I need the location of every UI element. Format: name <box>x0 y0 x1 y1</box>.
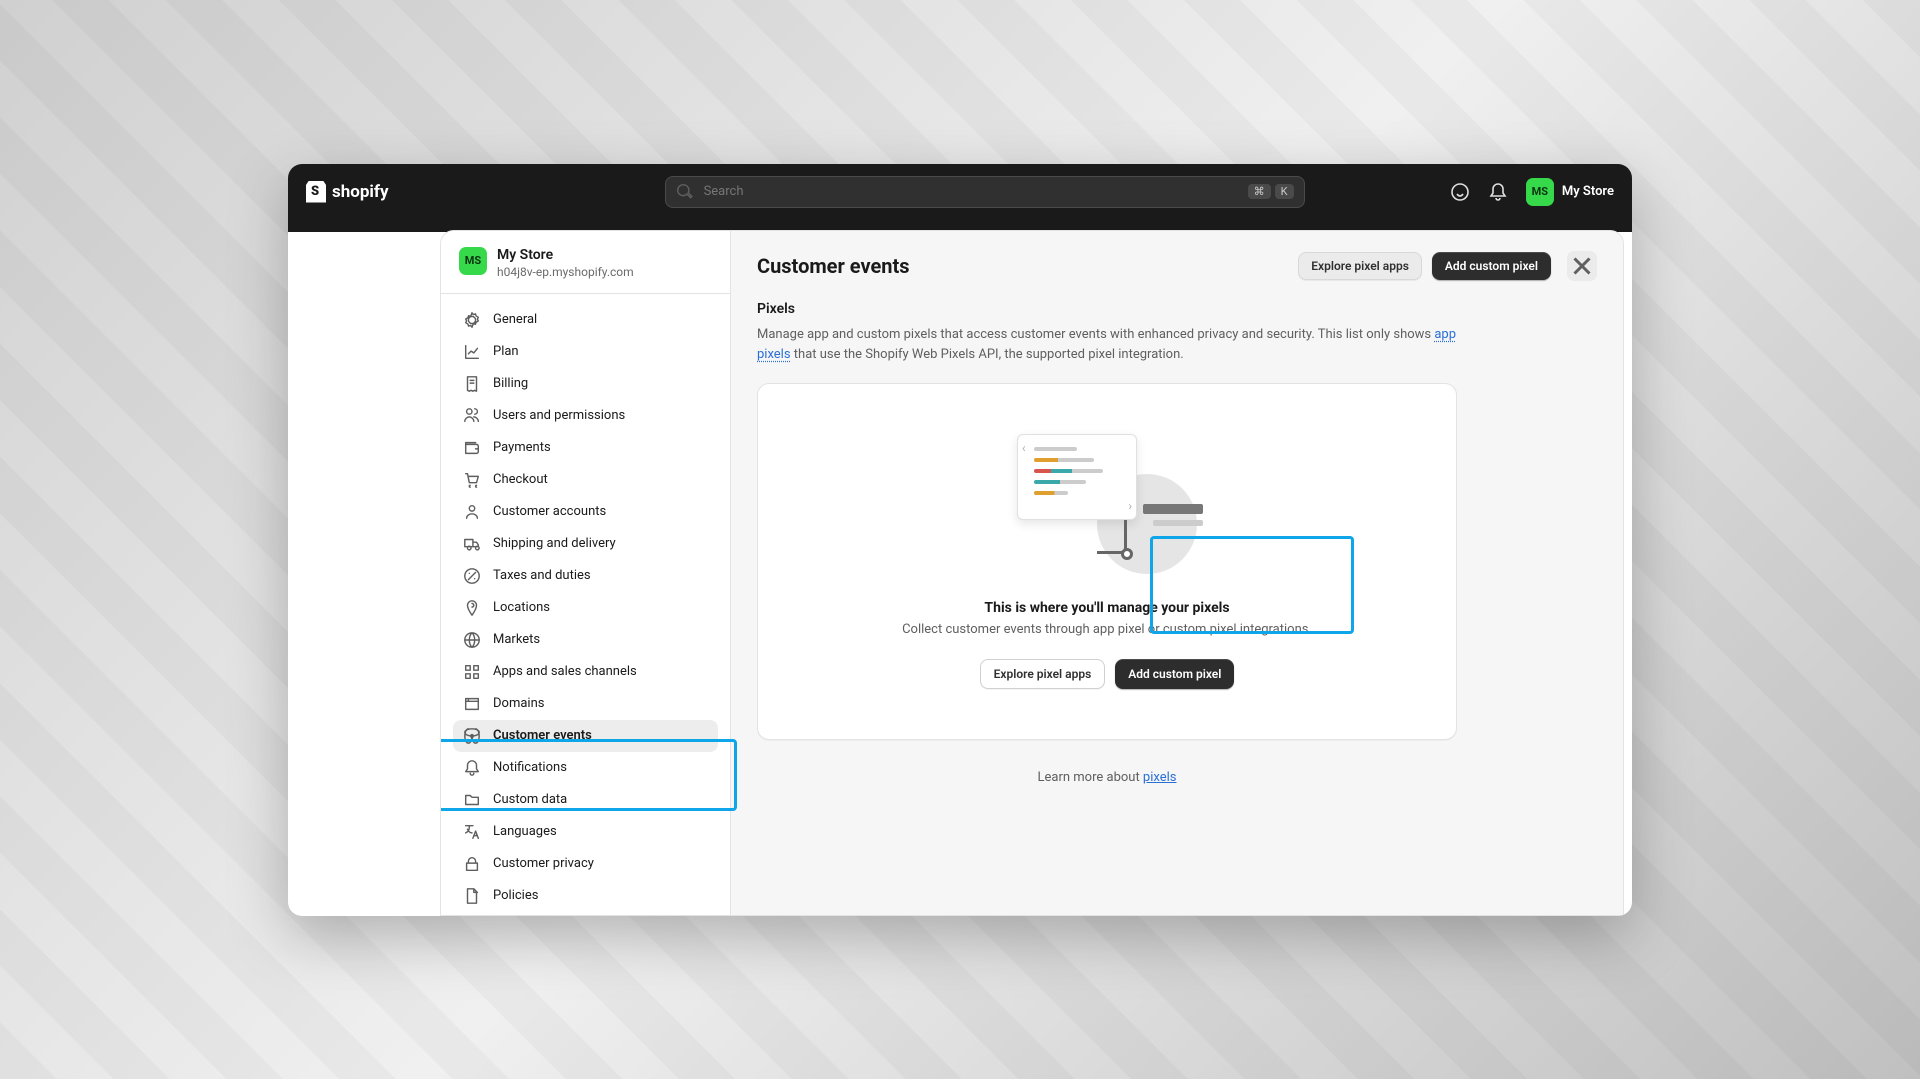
sidebar-item-label: Checkout <box>493 472 548 487</box>
explore-pixel-apps-button[interactable]: Explore pixel apps <box>1298 252 1422 280</box>
section-title: Pixels <box>757 301 1597 317</box>
empty-actions: Explore pixel apps Add custom pixel <box>980 659 1235 689</box>
sidebar-item-markets[interactable]: Markets <box>453 624 718 656</box>
sidebar-item-label: General <box>493 312 537 327</box>
page-header: Customer events Explore pixel apps Add c… <box>757 251 1597 281</box>
sidebar-item-policies[interactable]: Policies <box>453 880 718 912</box>
search-bar[interactable]: ⌘ K <box>665 176 1305 208</box>
shopify-bag-icon <box>306 181 326 203</box>
sidebar-item-label: Languages <box>493 824 557 839</box>
sidebar-item-label: Customer accounts <box>493 504 606 519</box>
sidebar-item-label: Shipping and delivery <box>493 536 616 551</box>
sidebar-item-label: Customer events <box>493 728 592 743</box>
users-icon <box>463 407 481 425</box>
notifications-icon[interactable] <box>1488 182 1508 202</box>
sidebar-item-label: Users and permissions <box>493 408 625 423</box>
bell-icon <box>463 759 481 777</box>
sidebar-item-label: Markets <box>493 632 540 647</box>
sidebar-item-label: Customer privacy <box>493 856 594 871</box>
globe-icon <box>463 631 481 649</box>
atom-icon <box>463 727 481 745</box>
sidebar-item-label: Custom data <box>493 792 567 807</box>
sidebar-item-users-and-permissions[interactable]: Users and permissions <box>453 400 718 432</box>
store-menu[interactable]: MS My Store <box>1526 178 1614 206</box>
search-icon <box>676 183 694 201</box>
sidebar-item-locations[interactable]: Locations <box>453 592 718 624</box>
sidebar-item-label: Locations <box>493 600 550 615</box>
receipt-icon <box>463 375 481 393</box>
sidebar-item-plan[interactable]: Plan <box>453 336 718 368</box>
empty-illustration: ‹ › <box>1017 424 1197 574</box>
sidebar-item-billing[interactable]: Billing <box>453 368 718 400</box>
sidebar-item-label: Taxes and duties <box>493 568 591 583</box>
sidebar-item-shipping-and-delivery[interactable]: Shipping and delivery <box>453 528 718 560</box>
empty-title: This is where you'll manage your pixels <box>984 600 1229 616</box>
lock-icon <box>463 855 481 873</box>
sidebar-item-apps-and-sales-channels[interactable]: Apps and sales channels <box>453 656 718 688</box>
truck-icon <box>463 535 481 553</box>
sidebar-item-label: Plan <box>493 344 519 359</box>
store-name: My Store <box>1562 184 1614 199</box>
folder-icon <box>463 791 481 809</box>
settings-nav: General Plan Billing Users and permissions P… <box>441 294 730 915</box>
browser-icon <box>463 695 481 713</box>
pixels-empty-card: ‹ › This is where you'll manage your pix… <box>757 383 1457 740</box>
search-input[interactable] <box>704 184 1238 199</box>
pixels-doc-link[interactable]: pixels <box>1143 770 1177 785</box>
pin-icon <box>463 599 481 617</box>
store-avatar: MS <box>1526 178 1554 206</box>
sidebar-item-payments[interactable]: Payments <box>453 432 718 464</box>
translate-icon <box>463 823 481 841</box>
brand-text: shopify <box>332 182 389 202</box>
section-description: Manage app and custom pixels that access… <box>757 325 1457 365</box>
sidebar-item-customer-events[interactable]: Customer events <box>453 720 718 752</box>
learn-more: Learn more about pixels <box>757 770 1457 785</box>
add-custom-pixel-button[interactable]: Add custom pixel <box>1432 252 1551 280</box>
empty-state: ‹ › This is where you'll manage your pix… <box>788 424 1426 689</box>
sidebar-item-languages[interactable]: Languages <box>453 816 718 848</box>
topbar-right: MS My Store <box>1450 178 1614 206</box>
person-icon <box>463 503 481 521</box>
page-actions: Explore pixel apps Add custom pixel <box>1298 251 1597 281</box>
close-settings-button[interactable] <box>1567 251 1597 281</box>
sidebar-item-label: Domains <box>493 696 544 711</box>
sidebar-item-label: Billing <box>493 376 528 391</box>
sidebar-item-general[interactable]: General <box>453 304 718 336</box>
cart-icon <box>463 471 481 489</box>
sidebar-item-label: Notifications <box>493 760 567 775</box>
settings-sidebar: MS My Store h04j8v-ep.myshopify.com Gene… <box>441 231 731 915</box>
sidebar-item-custom-data[interactable]: Custom data <box>453 784 718 816</box>
sidebar-item-customer-accounts[interactable]: Customer accounts <box>453 496 718 528</box>
grid-icon <box>463 663 481 681</box>
settings-content: Customer events Explore pixel apps Add c… <box>731 231 1623 915</box>
whats-new-icon[interactable] <box>1450 182 1470 202</box>
sidebar-item-notifications[interactable]: Notifications <box>453 752 718 784</box>
shopify-logo[interactable]: shopify <box>306 181 389 203</box>
sidebar-header: MS My Store h04j8v-ep.myshopify.com <box>441 231 730 294</box>
chart-icon <box>463 343 481 361</box>
sidebar-store-domain: h04j8v-ep.myshopify.com <box>497 265 634 279</box>
close-icon <box>1567 251 1597 281</box>
sidebar-item-customer-privacy[interactable]: Customer privacy <box>453 848 718 880</box>
topbar: shopify ⌘ K MS My Store <box>288 164 1632 220</box>
empty-description: Collect customer events through app pixe… <box>902 622 1312 637</box>
sidebar-item-label: Apps and sales channels <box>493 664 637 679</box>
sidebar-item-taxes-and-duties[interactable]: Taxes and duties <box>453 560 718 592</box>
app-window: shopify ⌘ K MS My Store MS My Store <box>288 164 1632 916</box>
percent-icon <box>463 567 481 585</box>
sidebar-store-name: My Store <box>497 247 634 263</box>
sidebar-item-label: Payments <box>493 440 551 455</box>
page-title: Customer events <box>757 254 910 278</box>
store-avatar-small: MS <box>459 247 487 275</box>
empty-explore-button[interactable]: Explore pixel apps <box>980 659 1106 689</box>
sidebar-item-label: Policies <box>493 888 538 903</box>
sidebar-item-checkout[interactable]: Checkout <box>453 464 718 496</box>
settings-modal: MS My Store h04j8v-ep.myshopify.com Gene… <box>440 230 1624 916</box>
search-shortcut: ⌘ K <box>1248 184 1294 199</box>
wallet-icon <box>463 439 481 457</box>
document-icon <box>463 887 481 905</box>
sidebar-item-domains[interactable]: Domains <box>453 688 718 720</box>
empty-add-button[interactable]: Add custom pixel <box>1115 659 1234 689</box>
gear-icon <box>463 311 481 329</box>
